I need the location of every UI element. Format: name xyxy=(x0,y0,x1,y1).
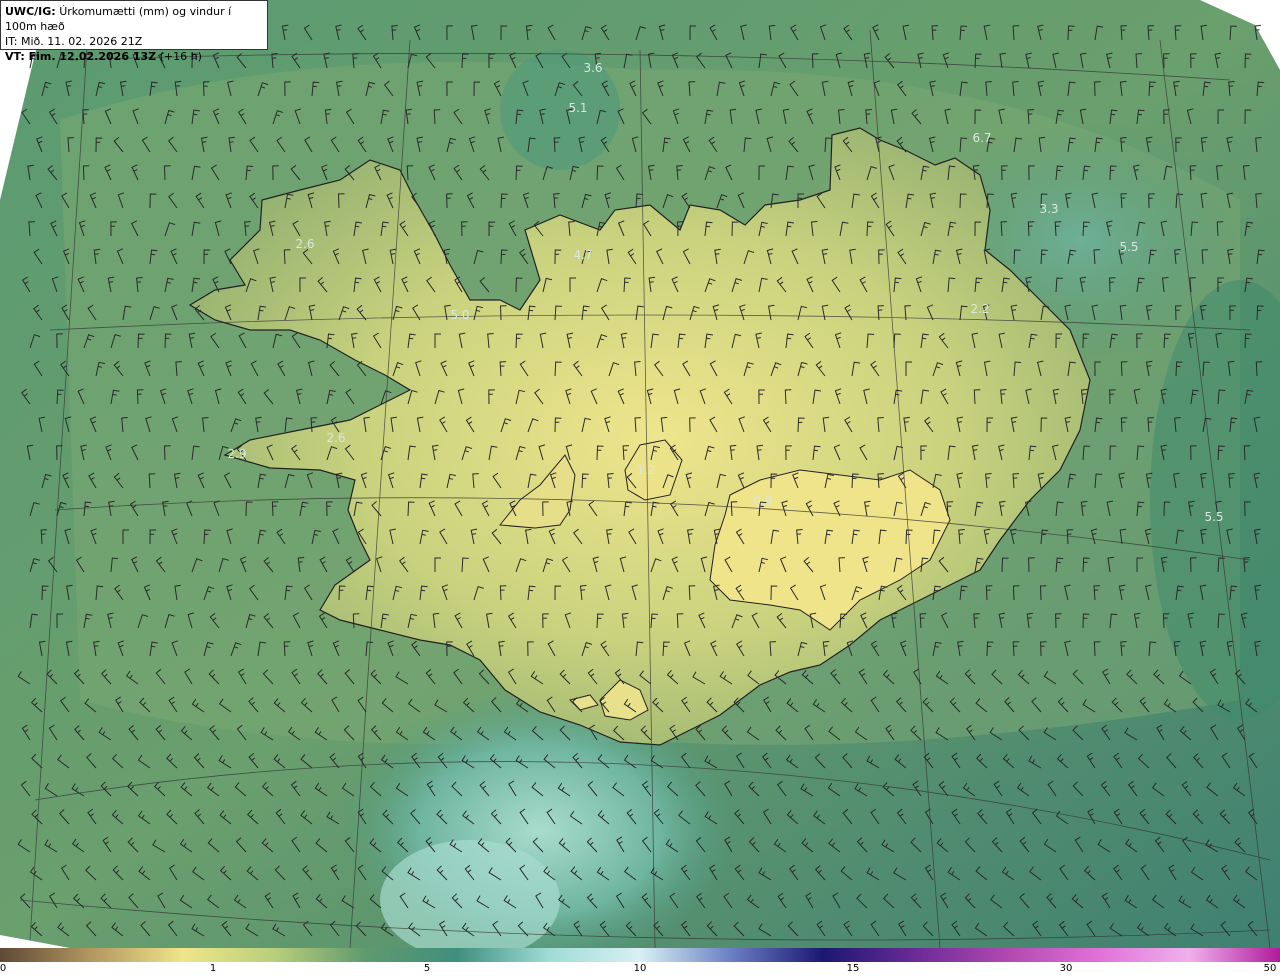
colorbar-tick-label: 15 xyxy=(846,963,860,974)
vt-label: VT: Fim. 12.02.2026 13Z xyxy=(5,50,157,63)
precip-value-label: 1.2 xyxy=(636,463,655,477)
precipitation-map: 3.6 5.1 6.7 3.3 5.5 2.6 4.7 5.0 2.2 2.6 2.9 1.2 0.9 5… xyxy=(0,0,1280,948)
colorbar-tick-label: 5 xyxy=(423,963,431,974)
info-box: UWC/IG: Úrkomumætti (mm) og vindur í 100… xyxy=(0,0,268,63)
colorbar-tick-label: 50 xyxy=(1263,963,1277,974)
product-code: UWC/IG: xyxy=(5,5,56,18)
precip-value-label: 5.0 xyxy=(450,308,469,322)
colorbar-labels: 0 1 5 10 15 30 50 xyxy=(0,962,1280,978)
precip-value-label: 5.5 xyxy=(1204,510,1223,524)
colorbar xyxy=(0,948,1280,962)
precip-value-label: 2.6 xyxy=(326,431,345,445)
precip-value-label: 5.1 xyxy=(568,101,587,115)
precip-value-label: 0.9 xyxy=(753,494,772,508)
precip-value-label: 6.7 xyxy=(972,131,991,145)
precip-value-label: 3.6 xyxy=(583,61,602,75)
precip-value-label: 5.5 xyxy=(1119,240,1138,254)
precip-value-label: 4.7 xyxy=(573,248,592,262)
precip-value-label: 2.6 xyxy=(295,237,314,251)
vt-extra: (+16 h) xyxy=(159,50,202,63)
colorbar-tick-label: 1 xyxy=(209,963,217,974)
precip-value-label: 2.2 xyxy=(970,302,989,316)
colorbar-tick-label: 30 xyxy=(1059,963,1073,974)
colorbar-tick-label: 0 xyxy=(0,963,7,974)
colorbar-tick-label: 10 xyxy=(633,963,647,974)
precip-value-label: 2.9 xyxy=(227,447,246,461)
it-label: IT: xyxy=(5,35,18,48)
it-value: Mið. 11. 02. 2026 21Z xyxy=(20,35,143,48)
precip-value-label: 3.3 xyxy=(1039,202,1058,216)
